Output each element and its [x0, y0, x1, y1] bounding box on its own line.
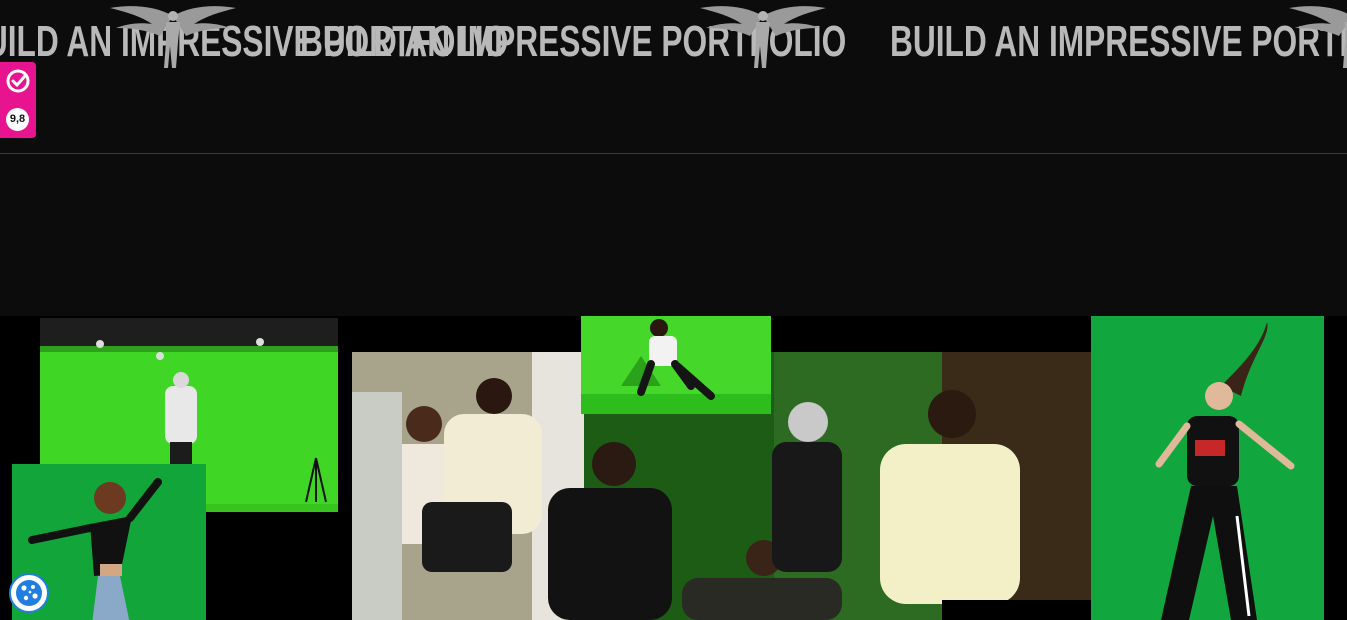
review-rating-widget[interactable]: 9,8 [0, 62, 36, 138]
photo-dancer-hair-flip [1091, 316, 1324, 620]
photo-greenscreen-crouch [581, 316, 771, 414]
cookie-icon [16, 580, 42, 606]
rating-value: 9,8 [6, 108, 29, 131]
marquee-track: BUILD AN IMPRESSIVE PORTFOLIO BUILD AN I… [0, 0, 1347, 90]
winged-figure-logo-icon [696, 2, 830, 70]
marquee-text: BUILD AN IMPRESSIVE PORTFOLIO [890, 17, 1347, 66]
cookie-settings-button[interactable] [9, 573, 49, 613]
winged-figure-logo-icon [1285, 2, 1347, 70]
review-check-icon [5, 68, 31, 94]
marquee-banner: BUILD AN IMPRESSIVE PORTFOLIO BUILD AN I… [0, 0, 1347, 153]
photo-gallery [0, 316, 1347, 620]
section-divider [0, 153, 1347, 154]
winged-figure-logo-icon [106, 2, 240, 70]
